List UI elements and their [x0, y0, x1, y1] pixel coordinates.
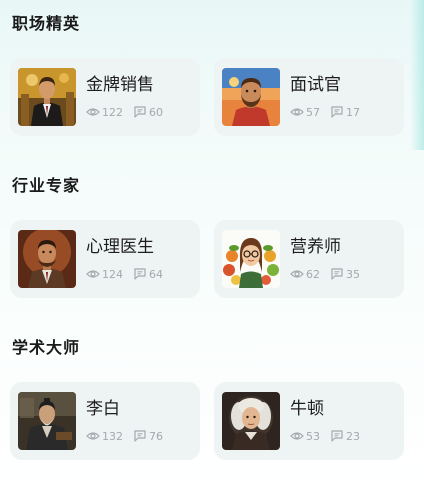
role-card-interviewer[interactable]: 面试官 57 17 [214, 58, 404, 136]
comment-icon [330, 268, 344, 280]
view-count: 124 [102, 267, 123, 281]
comment-count: 60 [149, 105, 163, 119]
background-glow [410, 0, 424, 150]
comment-count: 17 [346, 105, 360, 119]
comment-count: 23 [346, 429, 360, 443]
comment-count-stat: 23 [330, 430, 360, 443]
comment-count-stat: 60 [133, 106, 163, 119]
view-count-stat: 57 [290, 106, 320, 119]
role-name: 心理医生 [86, 237, 154, 257]
role-name: 营养师 [290, 237, 341, 257]
comment-icon [330, 430, 344, 442]
comment-count: 76 [149, 429, 163, 443]
comment-icon [133, 430, 147, 442]
eye-icon [290, 430, 304, 442]
interviewer-portrait-icon [222, 68, 280, 126]
view-count-stat: 124 [86, 268, 123, 281]
role-name: 金牌销售 [86, 75, 154, 95]
nutritionist-portrait-icon [222, 230, 280, 288]
eye-icon [86, 430, 100, 442]
psychologist-portrait-icon [18, 230, 76, 288]
view-count: 132 [102, 429, 123, 443]
section-title: 职场精英 [12, 14, 81, 33]
view-count-stat: 53 [290, 430, 320, 443]
view-count: 57 [306, 105, 320, 119]
role-card-gold-sales[interactable]: 金牌销售 122 60 [10, 58, 200, 136]
comment-icon [330, 106, 344, 118]
comment-count-stat: 64 [133, 268, 163, 281]
card-stats: 62 35 [290, 267, 370, 281]
comment-count-stat: 17 [330, 106, 360, 119]
comment-count: 35 [346, 267, 360, 281]
role-card-nutritionist[interactable]: 营养师 62 35 [214, 220, 404, 298]
eye-icon [290, 106, 304, 118]
eye-icon [290, 268, 304, 280]
card-stats: 122 60 [86, 105, 173, 119]
view-count-stat: 122 [86, 106, 123, 119]
role-card-newton[interactable]: 牛顿 53 23 [214, 382, 404, 460]
card-stats: 124 64 [86, 267, 173, 281]
comment-count: 64 [149, 267, 163, 281]
view-count: 122 [102, 105, 123, 119]
card-stats: 53 23 [290, 429, 370, 443]
role-card-psychologist[interactable]: 心理医生 124 64 [10, 220, 200, 298]
view-count: 62 [306, 267, 320, 281]
newton-portrait-icon [222, 392, 280, 450]
role-name: 牛顿 [290, 399, 324, 419]
role-name: 李白 [86, 399, 120, 419]
comment-count-stat: 76 [133, 430, 163, 443]
li-bai-portrait-icon [18, 392, 76, 450]
view-count: 53 [306, 429, 320, 443]
comment-icon [133, 268, 147, 280]
eye-icon [86, 268, 100, 280]
salesman-portrait-icon [18, 68, 76, 126]
eye-icon [86, 106, 100, 118]
role-card-li-bai[interactable]: 李白 132 76 [10, 382, 200, 460]
comment-icon [133, 106, 147, 118]
view-count-stat: 62 [290, 268, 320, 281]
role-name: 面试官 [290, 75, 341, 95]
card-stats: 132 76 [86, 429, 173, 443]
section-title: 学术大师 [12, 338, 81, 357]
view-count-stat: 132 [86, 430, 123, 443]
section-title: 行业专家 [12, 176, 81, 195]
comment-count-stat: 35 [330, 268, 360, 281]
card-stats: 57 17 [290, 105, 370, 119]
